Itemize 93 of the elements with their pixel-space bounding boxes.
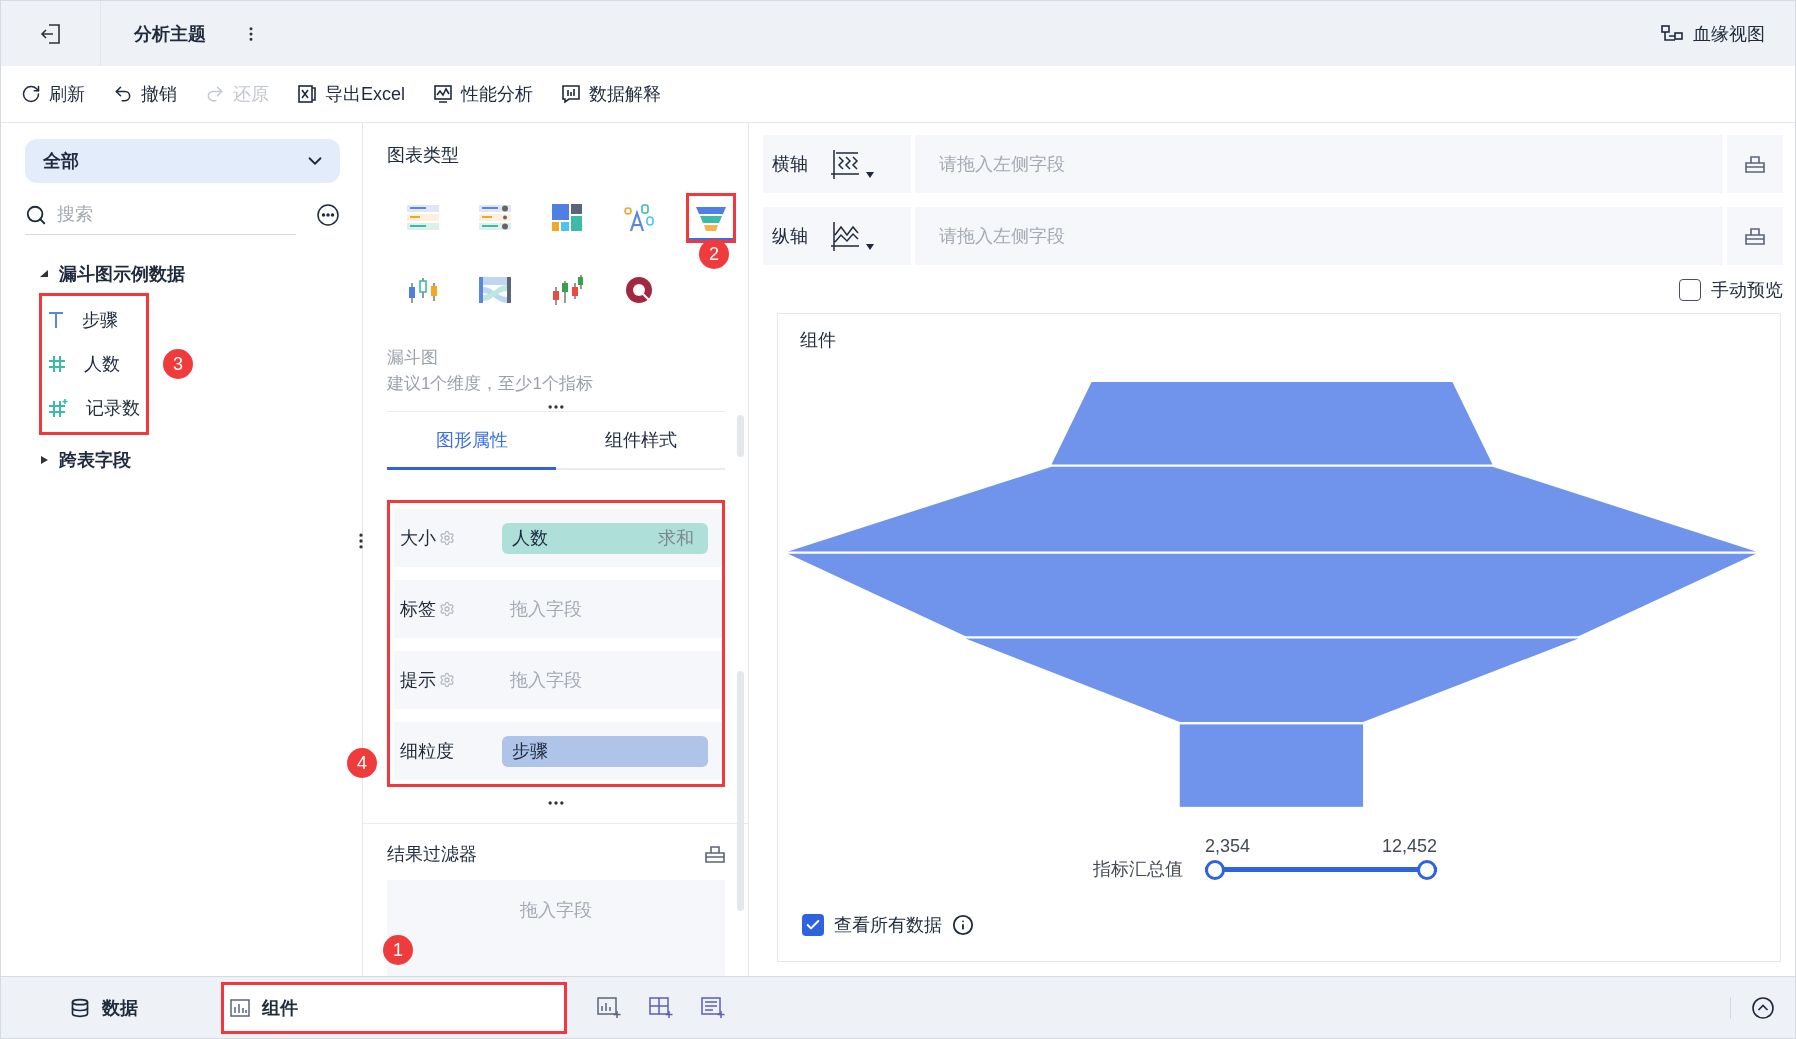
grid-plus-icon — [649, 996, 673, 1019]
property-label: 提示 — [400, 669, 436, 692]
property-label: 标签 — [400, 598, 436, 621]
property-label: 细粒度 — [400, 740, 454, 763]
annotation-badge: 2 — [699, 239, 729, 269]
refresh-icon — [21, 84, 41, 104]
axis-label: 纵轴 — [772, 225, 808, 248]
axis-tool-button[interactable] — [1727, 207, 1783, 265]
toolbar-button[interactable]: 数据解释 — [561, 82, 661, 106]
toolbar-button[interactable]: 性能分析 — [433, 82, 533, 106]
aggregate-label: 求和 — [658, 527, 694, 550]
bottom-tab[interactable]: 组件 — [221, 981, 567, 1034]
axis-header[interactable]: 纵轴 — [763, 207, 911, 265]
spreadsheet-icon — [297, 84, 317, 104]
toolbox-icon — [1745, 155, 1765, 173]
database-icon — [70, 997, 90, 1018]
triangle-right-icon — [39, 455, 49, 465]
triangle-down-icon — [39, 269, 49, 279]
sankey-icon — [479, 275, 511, 305]
panel-tab[interactable]: 图形属性 — [387, 412, 556, 470]
toolbox-icon — [705, 845, 725, 863]
bottom-tab[interactable]: 数据 — [61, 981, 221, 1034]
axis-wave-icon — [830, 149, 860, 179]
range-label: 指标汇总值 — [1093, 858, 1183, 881]
list-plus-icon — [701, 996, 725, 1019]
toolbox-icon — [1745, 227, 1765, 245]
field-name: 人数 — [512, 527, 548, 550]
panel-tab[interactable]: 组件样式 — [556, 412, 725, 470]
card-title: 组件 — [800, 329, 837, 352]
ranked-list-icon — [407, 203, 439, 233]
search-icon — [25, 203, 47, 226]
axis-header[interactable]: 横轴 — [763, 135, 911, 193]
axis-line-chart-icon — [830, 221, 860, 251]
search-field[interactable]: 搜索 — [57, 199, 257, 230]
chevron-up-circle-icon — [1751, 995, 1775, 1020]
range-max-value: 12,452 — [1381, 836, 1437, 857]
chart-plus-icon — [597, 996, 621, 1019]
info-icon[interactable] — [952, 914, 974, 936]
hash-icon — [48, 355, 66, 373]
candlestick-icon — [551, 275, 583, 305]
scrollbar[interactable] — [737, 415, 744, 457]
checkbox[interactable] — [802, 914, 824, 936]
chart-type-button[interactable] — [686, 193, 736, 243]
checkbox-label: 手动预览 — [1711, 279, 1783, 302]
undo-icon — [113, 84, 133, 104]
checkbox[interactable] — [1679, 279, 1701, 301]
field-pill[interactable]: 人数 求和 — [502, 522, 708, 554]
treemap-icon — [551, 203, 583, 233]
add-table-button[interactable] — [701, 996, 725, 1019]
text-type-icon — [48, 311, 64, 329]
hierarchy-icon — [1661, 23, 1683, 44]
lineage-button[interactable]: 血缘视图 — [1661, 21, 1765, 46]
field-item[interactable]: 人数 — [48, 342, 140, 386]
axis-tool-button[interactable] — [1727, 135, 1783, 193]
boxplot-icon — [407, 275, 439, 305]
chart-hint: 建议1个维度，至少1个指标 — [387, 373, 594, 395]
scope-dropdown[interactable]: 全部 — [25, 139, 340, 183]
caret-down-icon — [866, 244, 874, 250]
field-item[interactable]: 步骤 — [48, 298, 140, 342]
bar-chart-icon — [561, 84, 581, 104]
annotation-badge: 1 — [383, 935, 413, 965]
axis-label: 横轴 — [772, 153, 808, 176]
toolbar-button[interactable]: 刷新 — [21, 82, 85, 106]
checkbox-label: 查看所有数据 — [834, 914, 942, 937]
ring-icon — [623, 275, 655, 305]
toolbar-button[interactable]: 撤销 — [113, 82, 177, 106]
section-title: 图表类型 — [387, 144, 460, 167]
chart-monitor-icon — [433, 84, 453, 104]
toolbar-button[interactable]: 导出Excel — [297, 82, 405, 106]
scrollbar[interactable] — [737, 671, 744, 911]
chart-name: 漏斗图 — [387, 347, 439, 369]
range-min-value: 2,354 — [1205, 836, 1251, 857]
hash-star-icon — [48, 398, 68, 418]
dot-list-icon — [479, 203, 511, 233]
more-circle-icon[interactable] — [316, 203, 340, 227]
annotation-badge: 3 — [163, 349, 193, 379]
range-slider[interactable] — [1205, 859, 1437, 881]
field-pill[interactable]: 步骤 — [502, 735, 708, 767]
letter-cloud-icon — [623, 203, 655, 233]
add-chart-button[interactable] — [597, 996, 621, 1019]
page-title: 分析主题 — [134, 22, 206, 46]
section-title: 结果过滤器 — [387, 843, 477, 866]
caret-down-icon — [866, 172, 874, 178]
tree-folder[interactable]: 跨表字段 — [25, 443, 340, 477]
tree-folder[interactable]: 漏斗图示例数据 — [25, 257, 340, 291]
exit-icon[interactable] — [39, 22, 62, 45]
collapse-button[interactable] — [1751, 995, 1775, 1020]
bar-chart-icon — [230, 998, 250, 1017]
annotation-badge: 4 — [347, 748, 377, 778]
property-label: 大小 — [400, 527, 436, 550]
add-layout-button[interactable] — [649, 996, 673, 1019]
field-item[interactable]: 记录数 — [48, 386, 140, 430]
redo-icon — [205, 84, 225, 104]
